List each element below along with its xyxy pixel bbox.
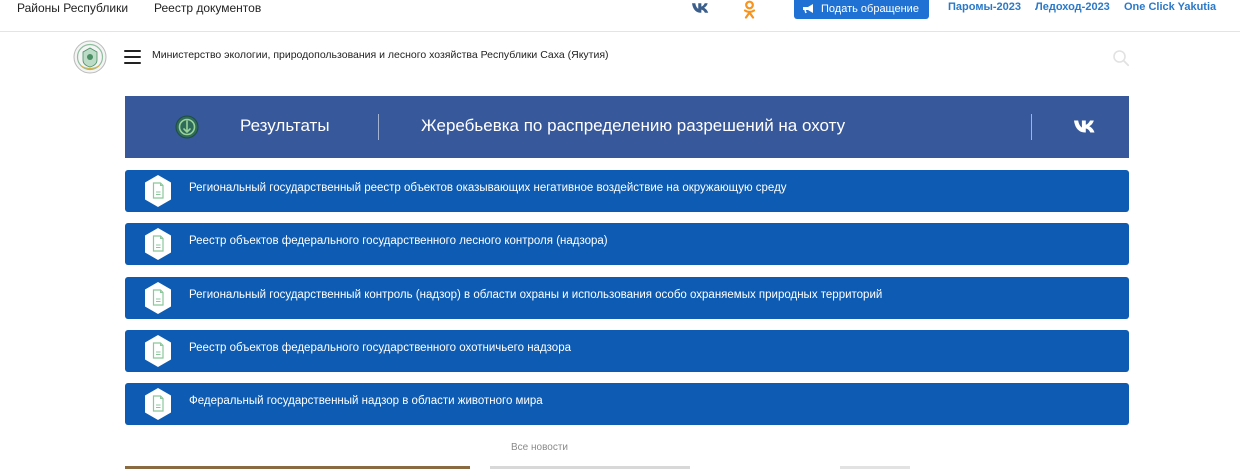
green-badge-icon bbox=[175, 115, 199, 139]
banner-divider bbox=[378, 114, 379, 140]
registry-item-label: Реестр объектов федерального государстве… bbox=[189, 342, 571, 354]
hunting-lottery-banner: Результаты Жеребьевка по распределению р… bbox=[125, 96, 1129, 158]
submit-appeal-label: Подать обращение bbox=[821, 3, 919, 15]
vk-icon[interactable] bbox=[1074, 119, 1098, 134]
registry-item-label: Федеральный государственный надзор в обл… bbox=[189, 395, 543, 407]
megaphone-icon bbox=[803, 4, 813, 14]
search-icon[interactable] bbox=[1112, 49, 1130, 67]
menu-burger-icon[interactable] bbox=[124, 50, 141, 64]
vk-icon[interactable] bbox=[692, 2, 711, 14]
document-icon bbox=[145, 388, 171, 420]
document-icon bbox=[145, 282, 171, 314]
results-link[interactable]: Результаты bbox=[240, 116, 330, 136]
ministry-title[interactable]: Министерство экологии, природопользовани… bbox=[152, 49, 609, 61]
banner-divider bbox=[1031, 114, 1032, 140]
registry-item-protected-territories[interactable]: Региональный государственный контроль (н… bbox=[125, 277, 1129, 319]
registry-item-label: Региональный государственный реестр объе… bbox=[189, 182, 787, 194]
documents-registry-link[interactable]: Реестр документов bbox=[154, 1, 261, 15]
document-icon bbox=[145, 228, 171, 260]
ice-drift-2023-link[interactable]: Ледоход-2023 bbox=[1035, 1, 1110, 13]
registry-item-negative-impact[interactable]: Региональный государственный реестр объе… bbox=[125, 170, 1129, 212]
registry-item-label: Региональный государственный контроль (н… bbox=[189, 289, 883, 301]
all-news-link[interactable]: Все новости bbox=[511, 442, 568, 453]
districts-link[interactable]: Районы Республики bbox=[17, 1, 128, 15]
odnoklassniki-icon[interactable] bbox=[743, 0, 756, 19]
ferries-2023-link[interactable]: Паромы-2023 bbox=[948, 1, 1021, 13]
document-icon bbox=[145, 335, 171, 367]
submit-appeal-button[interactable]: Подать обращение bbox=[794, 0, 929, 19]
registry-item-forest-control[interactable]: Реестр объектов федерального государстве… bbox=[125, 223, 1129, 265]
one-click-yakutia-link[interactable]: One Click Yakutia bbox=[1124, 1, 1216, 13]
top-bar: Районы Республики Реестр документов Пода… bbox=[0, 0, 1240, 32]
republic-emblem-icon[interactable] bbox=[73, 40, 107, 74]
hunting-permits-lottery-link[interactable]: Жеребьевка по распределению разрешений н… bbox=[421, 116, 845, 136]
document-icon bbox=[145, 175, 171, 207]
registry-item-wildlife-supervision[interactable]: Федеральный государственный надзор в обл… bbox=[125, 383, 1129, 425]
registry-item-label: Реестр объектов федерального государстве… bbox=[189, 235, 608, 247]
registry-item-hunting-control[interactable]: Реестр объектов федерального государстве… bbox=[125, 330, 1129, 372]
